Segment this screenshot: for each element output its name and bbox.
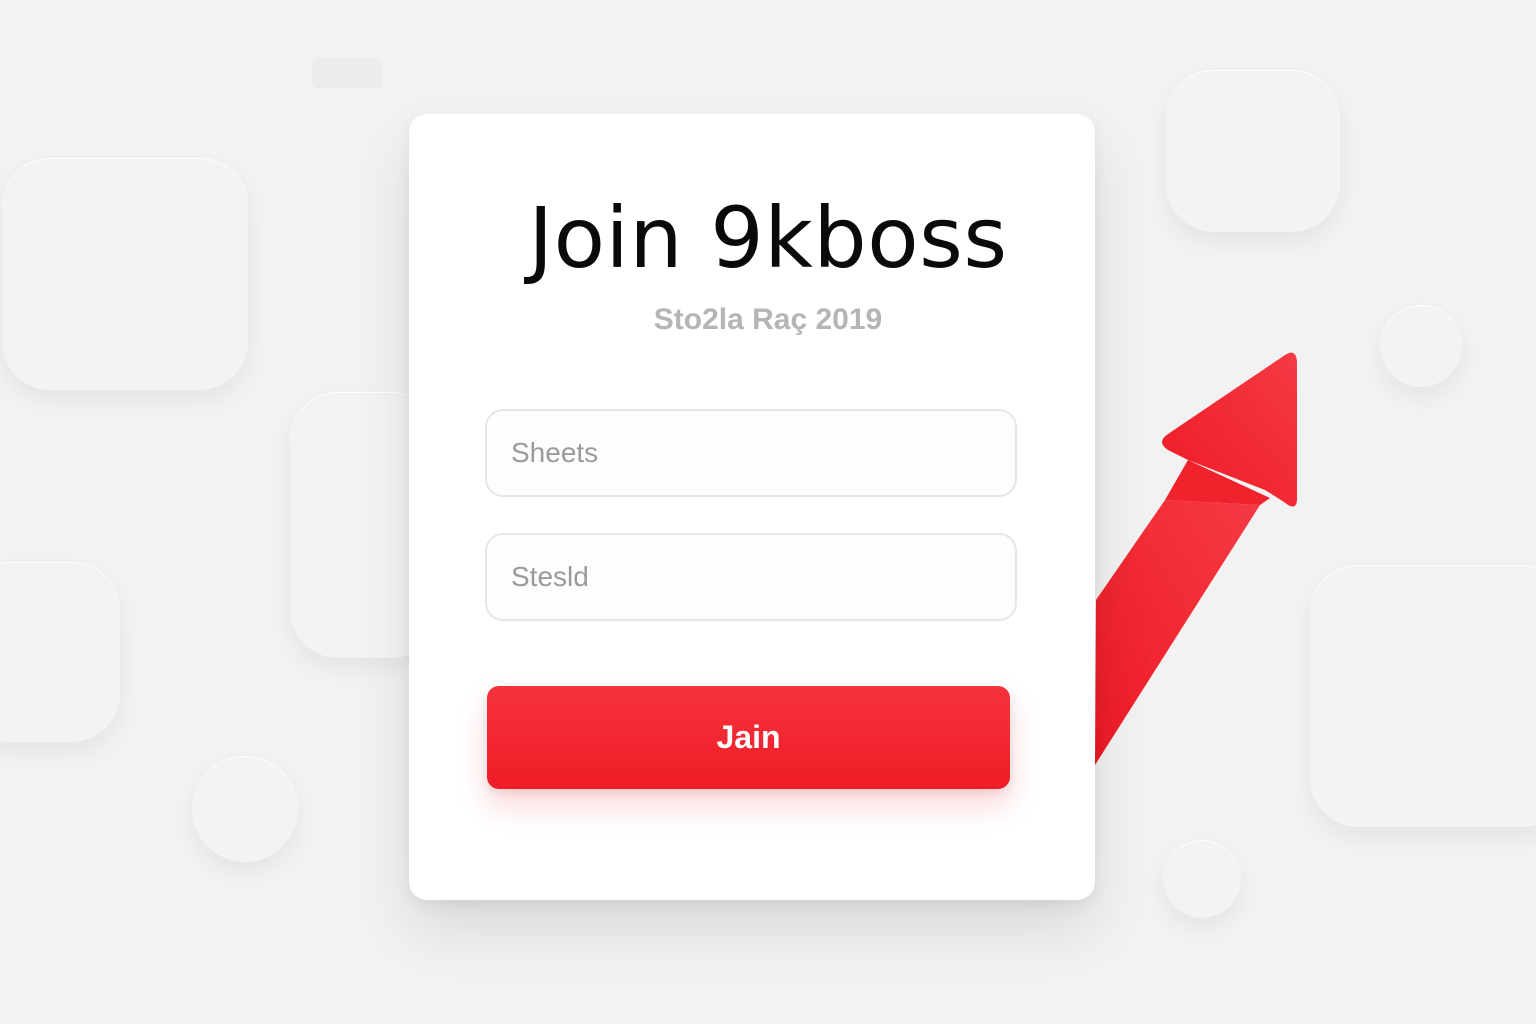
bg-tile bbox=[0, 562, 120, 742]
bg-circle bbox=[1163, 840, 1241, 918]
bg-tile bbox=[312, 58, 382, 88]
stesld-input[interactable] bbox=[485, 533, 1017, 621]
join-button[interactable]: Jain bbox=[487, 686, 1010, 789]
page-subtitle: Sto2la Raç 2019 bbox=[653, 303, 883, 336]
bg-circle bbox=[192, 756, 298, 862]
page-title: Join 9kboss bbox=[528, 189, 1008, 287]
bg-tile bbox=[1310, 565, 1536, 827]
trend-up-arrow-icon bbox=[1095, 352, 1297, 765]
sheets-input[interactable] bbox=[485, 409, 1017, 497]
